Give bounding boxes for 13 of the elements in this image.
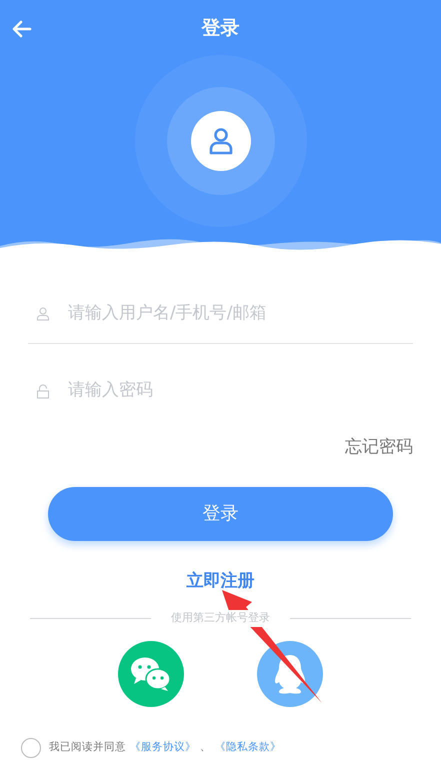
page-title: 登录 <box>202 16 240 41</box>
privacy-policy-link[interactable]: 《隐私条款》 <box>215 740 281 756</box>
register-link[interactable]: 立即注册 <box>186 568 254 594</box>
username-field[interactable]: 请输入用户名/手机号/邮箱 <box>66 300 413 328</box>
lock-icon <box>36 384 50 398</box>
person-icon <box>36 306 50 320</box>
forgot-password-link[interactable]: 忘记密码 <box>345 435 413 460</box>
separator-text: 、 <box>200 740 211 756</box>
agree-checkbox[interactable] <box>21 738 41 758</box>
login-button[interactable]: 登录 <box>48 486 393 540</box>
service-agreement-link[interactable]: 《服务协议》 <box>130 740 196 756</box>
password-field[interactable]: 请输入密码 <box>66 377 413 405</box>
agreement-text: 我已阅读并同意 <box>49 740 126 756</box>
